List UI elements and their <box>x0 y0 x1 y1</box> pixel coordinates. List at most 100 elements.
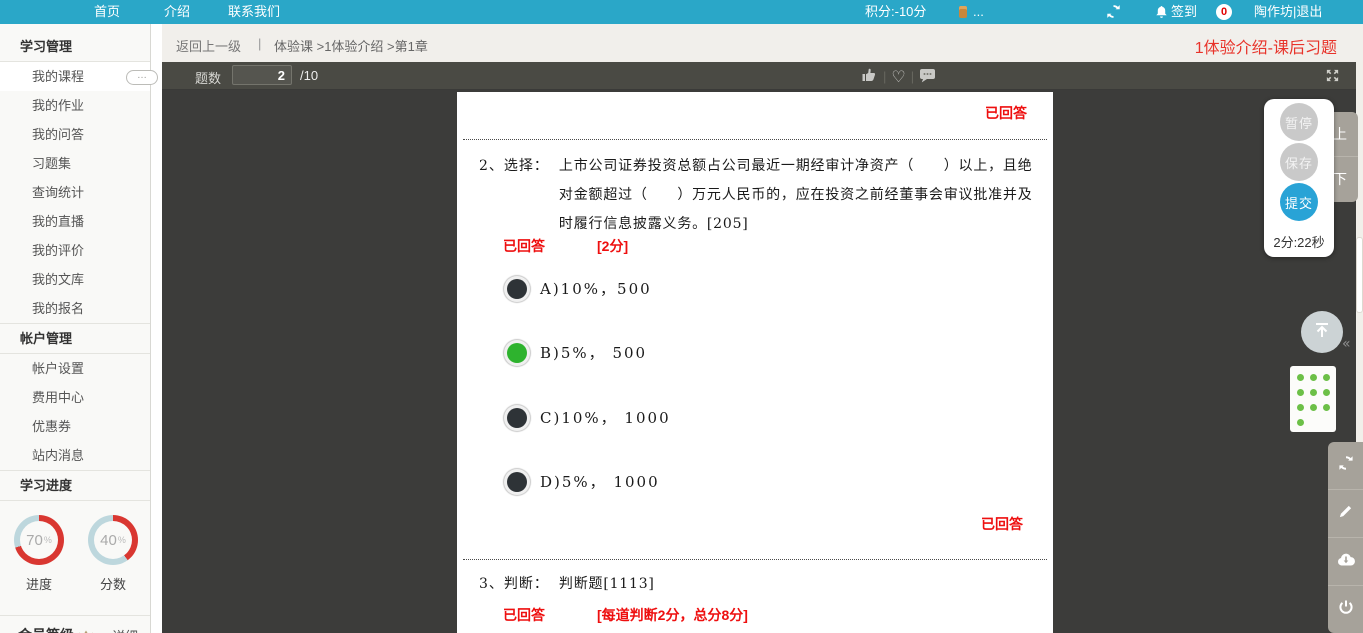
breadcrumb-path[interactable]: 体验课 >1体验介绍 >第1章 <box>274 36 428 55</box>
heart-icon[interactable]: ♡ <box>891 68 905 85</box>
radio-icon[interactable] <box>507 471 527 492</box>
points-label: 积分:-10分 <box>865 4 927 19</box>
power-button[interactable] <box>1328 585 1363 633</box>
points-more[interactable]: ... <box>973 0 984 24</box>
question-dot[interactable] <box>1297 404 1304 411</box>
submit-button[interactable]: 提交 <box>1280 183 1318 221</box>
radio-icon[interactable] <box>507 407 527 428</box>
question-2: 2、选择： 上市公司证券投资总额占公司最近一期经审计净资产（ ）以上，且绝对金额… <box>479 152 1035 239</box>
question-dots-panel <box>1290 366 1336 432</box>
download-button[interactable] <box>1328 537 1363 585</box>
collapse-panel-icon[interactable]: « <box>1342 336 1351 352</box>
question-dot[interactable] <box>1297 389 1304 396</box>
section-title-study: 学习管理 <box>0 32 150 62</box>
page: 首页 介绍 联系我们 积分:-10分 ... 签到 0 陶作坊|退出 学习管理 … <box>0 0 1363 633</box>
refresh-icon[interactable] <box>1106 4 1121 22</box>
sidebar-item-my-signup[interactable]: 我的报名 <box>0 294 150 323</box>
sidebar-item-billing-center[interactable]: 费用中心 <box>0 383 150 412</box>
radio-icon-selected[interactable] <box>507 342 527 363</box>
reload-button[interactable] <box>1328 442 1363 489</box>
comment-icon[interactable] <box>919 68 936 86</box>
edit-button[interactable] <box>1328 489 1363 537</box>
question-dot[interactable] <box>1323 404 1330 411</box>
sidebar-item-my-live[interactable]: 我的直播 <box>0 207 150 236</box>
gauge-score: 40% 分数 <box>84 515 142 593</box>
reaction-icons: | ♡ | <box>861 67 936 86</box>
user-logout-block: 陶作坊|退出 <box>1254 0 1322 24</box>
main-area: 返回上一级 | 体验课 >1体验介绍 >第1章 1体验介绍-课后习题 题数 /1… <box>162 24 1363 633</box>
player-toolbar: 题数 /10 | ♡ | <box>162 62 1356 90</box>
save-button[interactable]: 保存 <box>1280 143 1318 181</box>
crown-icon <box>79 627 93 633</box>
question-2-text: 上市公司证券投资总额占公司最近一期经审计净资产（ ）以上，且绝对金额超过（ ）万… <box>558 158 1033 232</box>
question-dot[interactable] <box>1297 419 1304 426</box>
question-count-label: 题数 <box>195 71 222 86</box>
gauge-progress-value: 70 <box>26 531 43 549</box>
reload-icon <box>1338 455 1354 476</box>
gauge-progress: 70% 进度 <box>10 515 68 593</box>
sidebar-gutter <box>152 24 162 633</box>
icon-separator: | <box>883 69 887 84</box>
fullscreen-icon[interactable] <box>1325 68 1340 88</box>
logout-link[interactable]: 退出 <box>1296 4 1322 19</box>
radio-icon[interactable] <box>507 278 527 299</box>
answered-status-top: 已回答 <box>985 105 1027 121</box>
option-b-label: B)5%， 500 <box>540 344 648 362</box>
question-divider <box>463 139 1047 140</box>
gauge-score-ring: 40% <box>88 515 138 565</box>
notification-badge[interactable]: 0 <box>1216 4 1232 20</box>
sidebar-item-account-settings[interactable]: 帐户设置 <box>0 354 150 383</box>
option-a[interactable]: A)10%，500 <box>507 278 652 299</box>
username[interactable]: 陶作坊 <box>1254 4 1293 19</box>
score-label: [2分] <box>597 238 629 254</box>
question-dot[interactable] <box>1310 389 1317 396</box>
quiz-panel: 已回答 2、选择： 上市公司证券投资总额占公司最近一期经审计净资产（ ）以上，且… <box>457 92 1053 633</box>
question-2-number: 2、选择： <box>479 158 549 174</box>
sidebar-item-my-library[interactable]: 我的文库 <box>0 265 150 294</box>
option-d[interactable]: D)5%， 1000 <box>507 471 660 492</box>
member-detail-link[interactable]: 详细 <box>112 626 138 633</box>
thumbs-up-icon[interactable] <box>861 67 878 86</box>
member-level-row: 会员等级 详细 <box>0 615 150 633</box>
sidebar-item-my-qa[interactable]: 我的问答 <box>0 120 150 149</box>
exam-timer: 2分:22秒 <box>1273 235 1325 250</box>
sidebar-item-site-messages[interactable]: 站内消息 <box>0 441 150 470</box>
right-toolbar <box>1328 442 1363 633</box>
option-d-label: D)5%， 1000 <box>540 473 660 491</box>
signin-link[interactable]: 签到 <box>1171 0 1197 24</box>
back-to-top-button[interactable] <box>1301 311 1343 353</box>
question-3-number: 3、判断： <box>479 576 549 592</box>
option-c[interactable]: C)10%， 1000 <box>507 407 671 428</box>
sidebar-item-my-homework[interactable]: 我的作业 <box>0 91 150 120</box>
sidebar-item-exercises[interactable]: 习题集 <box>0 149 150 178</box>
icon-separator: | <box>910 69 915 84</box>
question-dot[interactable] <box>1323 389 1330 396</box>
question-3-answered-row: 已回答 [每道判断2分，总分8分] <box>503 605 748 625</box>
back-link[interactable]: 返回上一级 <box>176 36 241 55</box>
question-total: /10 <box>300 68 319 83</box>
question-2-answered-row: 已回答 [2分] <box>503 236 628 256</box>
power-icon <box>1338 599 1354 620</box>
exam-control-card: 暂停 保存 提交 2分:22秒 <box>1264 99 1334 257</box>
option-b[interactable]: B)5%， 500 <box>507 342 647 363</box>
sidebar-item-my-reviews[interactable]: 我的评价 <box>0 236 150 265</box>
sidebar-item-coupons[interactable]: 优惠券 <box>0 412 150 441</box>
question-dot[interactable] <box>1323 374 1330 381</box>
section-title-account: 帐户管理 <box>0 323 150 354</box>
question-dot[interactable] <box>1310 404 1317 411</box>
back-to-top-icon <box>1312 320 1332 345</box>
nav-contact[interactable]: 联系我们 <box>216 0 292 24</box>
nav-intro[interactable]: 介绍 <box>148 0 206 24</box>
ellipsis-button[interactable]: … <box>126 70 158 85</box>
sidebar-item-my-courses[interactable]: 我的课程 … <box>0 62 158 91</box>
sidebar-item-query-stats[interactable]: 查询统计 <box>0 178 150 207</box>
question-number-input[interactable] <box>232 65 292 85</box>
pause-button[interactable]: 暂停 <box>1280 103 1318 141</box>
member-level-label: 会员等级 <box>18 625 74 633</box>
option-c-label: C)10%， 1000 <box>540 409 671 427</box>
question-dot[interactable] <box>1297 374 1304 381</box>
page-scrollbar-thumb[interactable] <box>1356 237 1363 313</box>
nav-home[interactable]: 首页 <box>78 0 136 24</box>
question-dot[interactable] <box>1310 374 1317 381</box>
score-label: [每道判断2分，总分8分] <box>597 607 748 623</box>
